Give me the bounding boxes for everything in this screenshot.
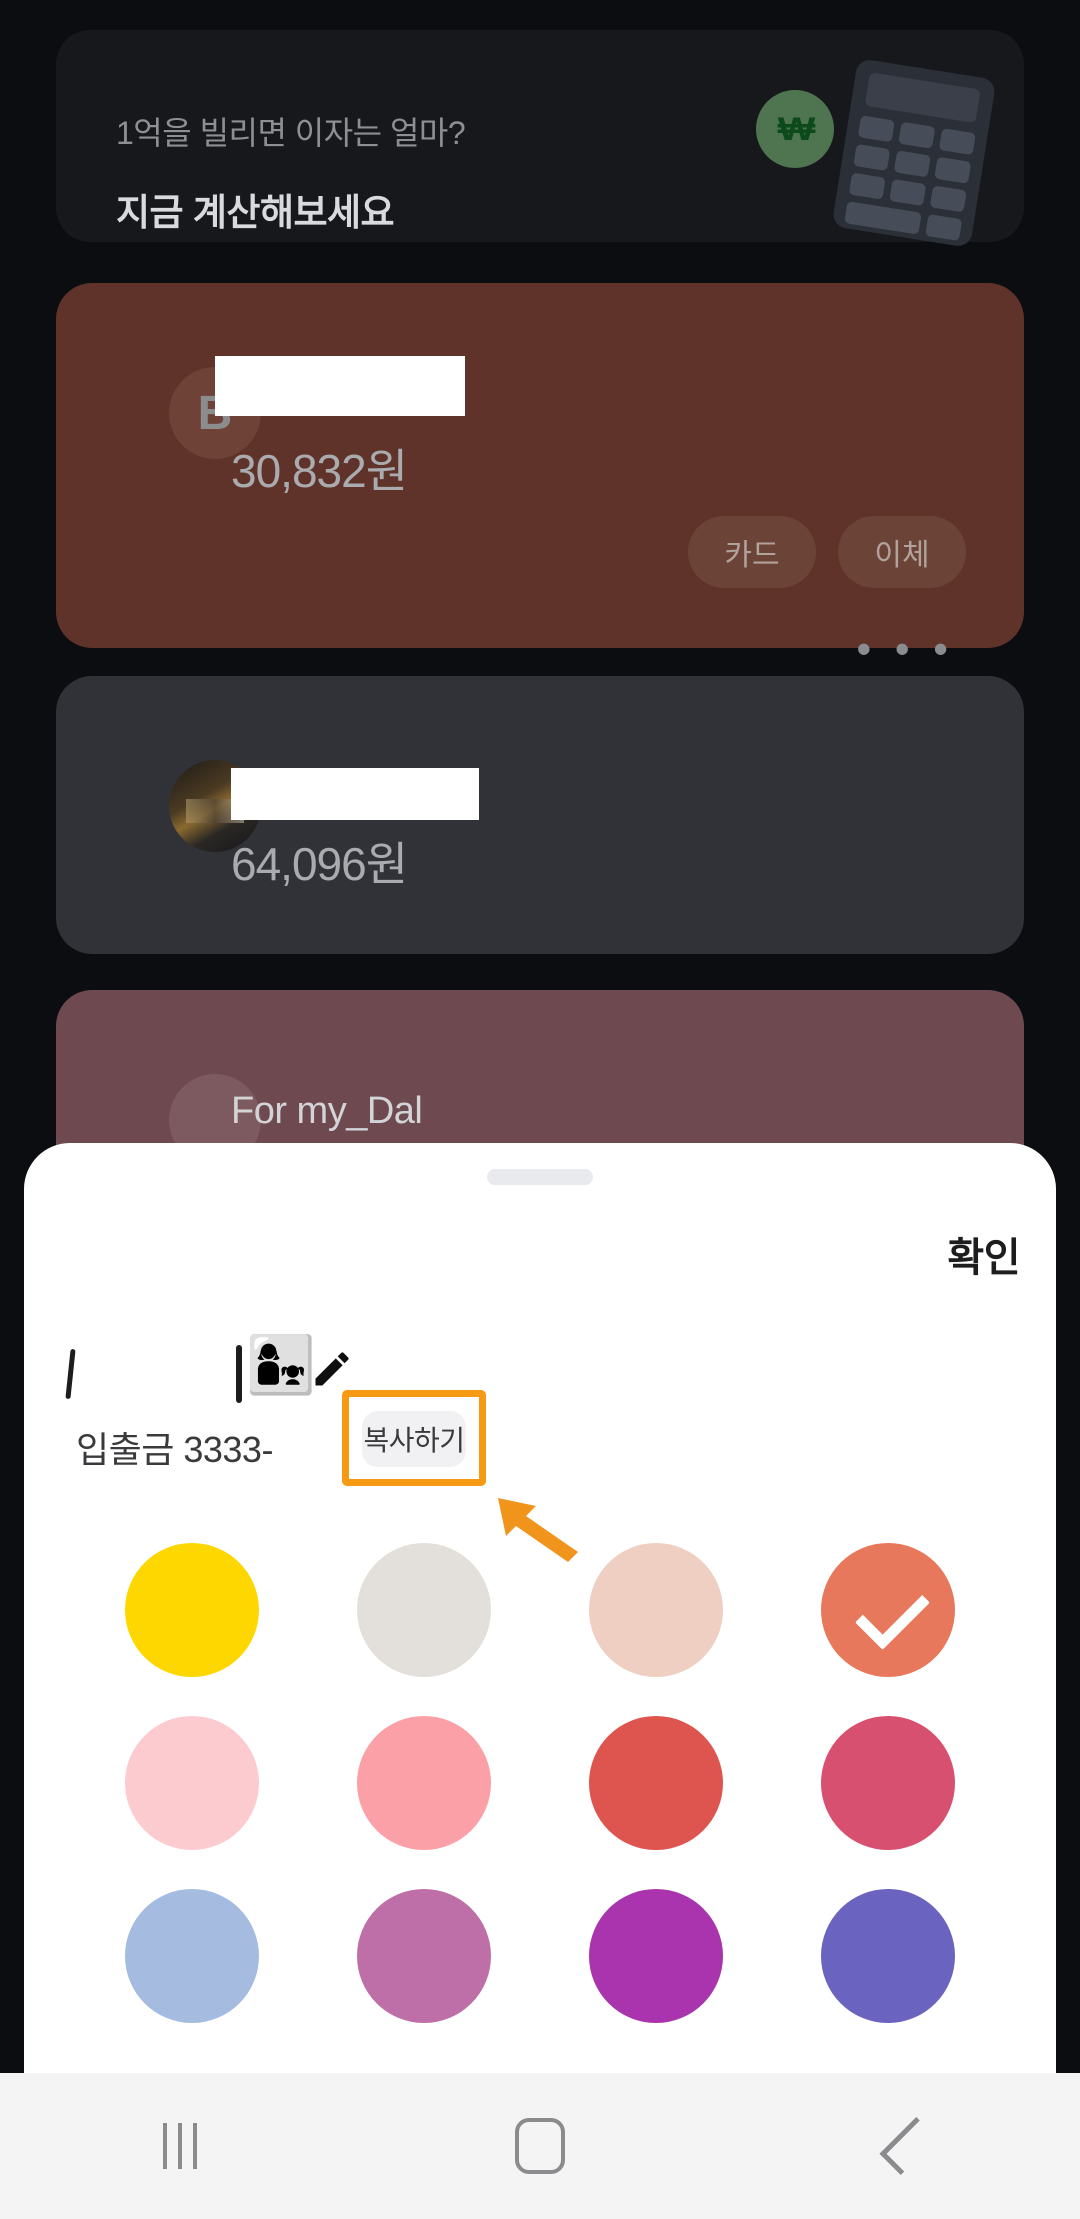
color-swatch-mauve[interactable] xyxy=(357,1889,491,2023)
account-card[interactable]: B • • • 카드 이체 xyxy=(56,283,1024,670)
won-logo-icon: ₩ xyxy=(756,90,834,168)
card-more-button[interactable]: • • • xyxy=(857,628,954,670)
color-swatch-light-gray[interactable] xyxy=(357,1543,491,1677)
transfer-button[interactable]: 이체 xyxy=(838,516,966,588)
color-swatch-deep-pink[interactable] xyxy=(821,1716,955,1850)
account-balance: 30,832원 xyxy=(231,445,408,497)
confirm-button[interactable]: 확인 xyxy=(947,1225,1020,1283)
pencil-icon[interactable] xyxy=(310,1347,354,1391)
card-button[interactable]: 카드 xyxy=(688,516,816,588)
calculator-icon xyxy=(831,58,997,248)
account-number-text: 입출금 3333- xyxy=(76,1429,273,1470)
android-nav-bar xyxy=(0,2073,1080,2219)
card-action-row: 카드 이체 xyxy=(688,516,966,588)
color-swatch-indigo[interactable] xyxy=(821,1889,955,2023)
color-swatch-purple[interactable] xyxy=(589,1889,723,2023)
text-cursor-icon xyxy=(236,1345,242,1403)
back-icon xyxy=(879,2117,938,2175)
color-swatch-grid xyxy=(76,1543,1004,2023)
nickname-input-row[interactable]: 👩‍👧 xyxy=(24,1337,1056,1411)
recents-icon xyxy=(163,2123,197,2169)
color-swatch-red[interactable] xyxy=(589,1716,723,1850)
home-icon xyxy=(515,2118,565,2174)
promo-subtitle: 1억을 빌리면 이자는 얼마? xyxy=(116,115,466,151)
color-swatch-light-blue[interactable] xyxy=(125,1889,259,2023)
home-button[interactable] xyxy=(475,2096,605,2196)
sheet-drag-handle[interactable] xyxy=(487,1169,593,1185)
copy-button[interactable]: 복사하기 xyxy=(362,1411,466,1467)
color-swatch-coral[interactable] xyxy=(821,1543,955,1677)
won-glyph: ₩ xyxy=(777,110,816,147)
account-name: For my_Dal xyxy=(231,1090,423,1132)
account-card[interactable]: • • • xyxy=(56,676,1024,1458)
promo-title: 지금 계산해보세요 xyxy=(116,192,395,233)
color-swatch-blush-beige[interactable] xyxy=(589,1543,723,1677)
color-swatch-light-pink[interactable] xyxy=(125,1716,259,1850)
bottom-sheet: 확인 👩‍👧 입출금 3333- 복사하기 xyxy=(24,1143,1056,2073)
family-emoji: 👩‍👧 xyxy=(246,1333,316,1396)
color-swatch-pink[interactable] xyxy=(357,1716,491,1850)
color-swatch-yellow[interactable] xyxy=(125,1543,259,1677)
redacted-account-name xyxy=(215,356,465,416)
recents-button[interactable] xyxy=(115,2096,245,2196)
text-caret-icon xyxy=(65,1348,76,1400)
back-button[interactable] xyxy=(835,2096,965,2196)
promo-banner[interactable]: 1억을 빌리면 이자는 얼마? 지금 계산해보세요 ₩ xyxy=(56,30,1024,248)
account-balance: 64,096원 xyxy=(231,838,408,890)
redacted-account-name xyxy=(231,768,479,820)
